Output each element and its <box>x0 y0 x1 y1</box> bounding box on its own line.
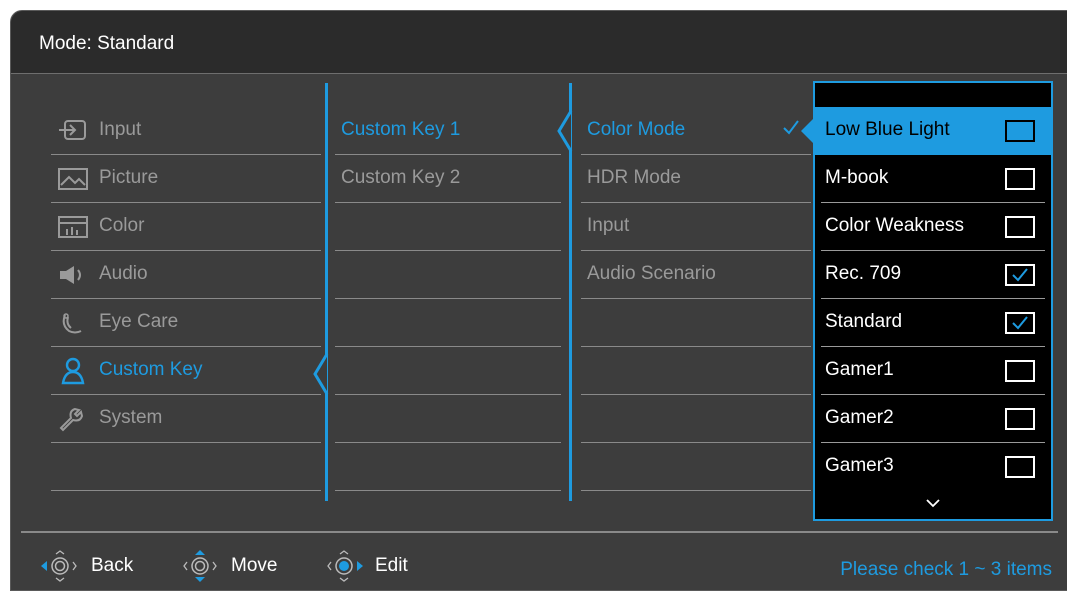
panel-item-standard[interactable]: Standard <box>815 299 1051 347</box>
submenu-item-custom-key-2[interactable]: Custom Key 2 <box>335 155 561 203</box>
menu-item-label: Audio <box>99 263 148 284</box>
user-icon <box>55 357 91 385</box>
option-label: Input <box>587 215 630 236</box>
back-label: Back <box>91 555 134 576</box>
checkbox-checked[interactable] <box>1005 312 1035 334</box>
chevron-down-icon[interactable] <box>925 497 941 509</box>
menu-item-label: Color <box>99 215 145 236</box>
option-input[interactable]: Input <box>581 203 811 251</box>
selection-notch <box>313 354 329 394</box>
wrench-icon <box>55 405 91 433</box>
option-label: Color Mode <box>587 119 686 140</box>
options-list: Color Mode HDR Mode Input Audio Scenario <box>581 107 811 491</box>
eye-care-icon <box>55 309 91 337</box>
panel-item-m-book[interactable]: M-book <box>815 155 1051 203</box>
submenu-item-custom-key-1[interactable]: Custom Key 1 <box>335 107 561 155</box>
checkbox[interactable] <box>1005 408 1035 430</box>
speaker-icon <box>55 261 91 289</box>
menu-item-empty <box>51 443 321 491</box>
submenu: Custom Key 1 Custom Key 2 <box>335 107 561 491</box>
panel-item-gamer2[interactable]: Gamer2 <box>815 395 1051 443</box>
panel-item-gamer3[interactable]: Gamer3 <box>815 443 1051 491</box>
panel-item-label: Color Weakness <box>825 215 965 236</box>
menu-item-label: Custom Key <box>99 359 203 380</box>
option-empty <box>581 299 811 347</box>
edit-label: Edit <box>375 555 408 576</box>
selection-hint: Please check 1 ~ 3 items <box>840 559 1052 580</box>
option-audio-scenario[interactable]: Audio Scenario <box>581 251 811 299</box>
picture-icon <box>55 165 91 193</box>
joystick-left-icon <box>41 550 77 582</box>
menu-item-eye-care[interactable]: Eye Care <box>51 299 321 347</box>
checkbox-checked[interactable] <box>1005 264 1035 286</box>
submenu-item-empty <box>335 203 561 251</box>
panel-item-rec-709[interactable]: Rec. 709 <box>815 251 1051 299</box>
panel-item-label: Gamer2 <box>825 407 894 428</box>
option-color-mode[interactable]: Color Mode <box>581 107 811 155</box>
osd-header: Mode: Standard <box>11 11 1067 74</box>
submenu-item-empty <box>335 251 561 299</box>
option-hdr-mode[interactable]: HDR Mode <box>581 155 811 203</box>
input-icon <box>55 117 91 145</box>
submenu-item-label: Custom Key 2 <box>341 167 461 188</box>
panel-item-color-weakness[interactable]: Color Weakness <box>815 203 1051 251</box>
footer-bar: Back Move Edit Please check 1 ~ 3 items <box>11 541 1067 589</box>
checkbox[interactable] <box>1005 168 1035 190</box>
option-label: Audio Scenario <box>587 263 716 284</box>
checkbox[interactable] <box>1005 456 1035 478</box>
option-empty <box>581 395 811 443</box>
option-empty <box>581 347 811 395</box>
menu-item-picture[interactable]: Picture <box>51 155 321 203</box>
mode-title: Mode: Standard <box>39 33 175 54</box>
panel-item-label: Low Blue Light <box>825 119 950 140</box>
joystick-updown-icon <box>183 550 217 582</box>
checkmark-icon <box>1012 316 1028 330</box>
main-menu: Input Picture Color Audio Eye Care Custo… <box>51 107 321 491</box>
menu-item-label: Input <box>99 119 142 140</box>
panel-item-label: Standard <box>825 311 903 332</box>
menu-item-label: Eye Care <box>99 311 179 332</box>
joystick-right-icon <box>327 550 363 582</box>
mode-selection-panel: Low Blue Light M-book Color Weakness Rec… <box>813 81 1053 521</box>
move-label: Move <box>231 555 278 576</box>
selection-notch <box>557 111 573 151</box>
menu-item-audio[interactable]: Audio <box>51 251 321 299</box>
panel-item-label: M-book <box>825 167 889 188</box>
back-control[interactable]: Back <box>37 549 133 583</box>
checkbox[interactable] <box>1005 216 1035 238</box>
footer-divider <box>21 531 1058 533</box>
panel-item-low-blue-light[interactable]: Low Blue Light <box>815 107 1051 155</box>
submenu-item-empty <box>335 395 561 443</box>
panel-item-label: Gamer1 <box>825 359 894 380</box>
checkbox[interactable] <box>1005 120 1035 142</box>
menu-item-color[interactable]: Color <box>51 203 321 251</box>
edit-control[interactable]: Edit <box>321 549 408 583</box>
submenu-item-empty <box>335 443 561 491</box>
checkmark-icon <box>1012 268 1028 282</box>
panel-item-gamer1[interactable]: Gamer1 <box>815 347 1051 395</box>
menu-item-input[interactable]: Input <box>51 107 321 155</box>
submenu-item-empty <box>335 347 561 395</box>
column-divider <box>325 83 328 501</box>
osd-window: Mode: Standard Input Picture Color Audio… <box>10 10 1067 591</box>
menu-item-system[interactable]: System <box>51 395 321 443</box>
checkbox[interactable] <box>1005 360 1035 382</box>
submenu-item-empty <box>335 299 561 347</box>
option-empty <box>581 443 811 491</box>
panel-item-label: Rec. 709 <box>825 263 902 284</box>
menu-item-custom-key[interactable]: Custom Key <box>51 347 321 395</box>
submenu-item-label: Custom Key 1 <box>341 119 461 140</box>
move-control[interactable]: Move <box>177 549 277 583</box>
menu-item-label: Picture <box>99 167 159 188</box>
menu-item-label: System <box>99 407 163 428</box>
panel-item-label: Gamer3 <box>825 455 894 476</box>
option-label: HDR Mode <box>587 167 681 188</box>
color-icon <box>55 213 91 241</box>
